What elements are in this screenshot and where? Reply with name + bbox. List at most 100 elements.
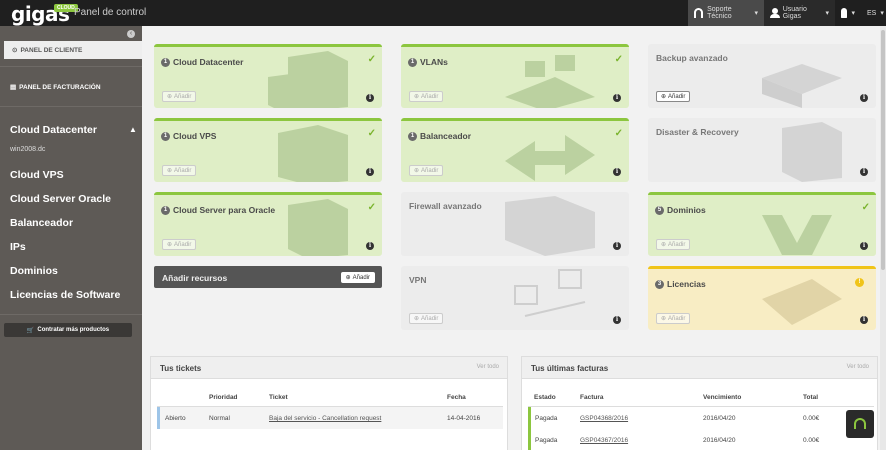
notifications-menu[interactable]: ▾ (835, 0, 861, 26)
language-label: ES (867, 9, 877, 17)
top-bar: gigas CLOUD Panel de control Soporte Téc… (0, 0, 886, 26)
invoices-see-all-link[interactable]: Ver todo (847, 364, 869, 370)
plus-icon: ⊕ (661, 94, 667, 100)
language-menu[interactable]: ES ▾ (861, 0, 886, 26)
table-row[interactable]: Pagada GSP04367/2016 2016/04/20 0.00€ (528, 429, 874, 450)
chevron-down-icon: ▾ (851, 10, 855, 17)
card-title: Cloud Datacenter (173, 57, 244, 67)
collapse-sidebar-icon[interactable]: ‹ (127, 30, 135, 38)
support-chat-button[interactable] (846, 410, 874, 438)
sidebar-item-ips[interactable]: IPs (10, 241, 26, 253)
card-dominios[interactable]: 5 Dominios ✓ ⊕ Añadir i (648, 192, 876, 256)
info-icon[interactable]: i (860, 242, 868, 250)
client-panel-button[interactable]: ⊙ PANEL DE CLIENTE (4, 41, 142, 59)
column-header: Total (803, 394, 819, 401)
info-icon[interactable]: i (366, 168, 374, 176)
check-icon: ✓ (367, 128, 376, 139)
info-icon[interactable]: i (366, 94, 374, 102)
disaster-recovery-illustration (782, 122, 842, 182)
buy-more-products-button[interactable]: 🛒 Contratar más productos (4, 323, 132, 337)
add-label: Añadir (174, 93, 192, 100)
table-row[interactable]: Abierto Normal Baja del servicio - Cance… (157, 407, 503, 429)
add-button[interactable]: ⊕ Añadir (409, 91, 444, 102)
card-title: Licencias (667, 279, 706, 289)
card-disaster-recovery[interactable]: Disaster & Recovery i (648, 118, 876, 182)
ticket-link[interactable]: Baja del servicio - Cancellation request (269, 415, 381, 422)
info-icon[interactable]: i (860, 94, 868, 102)
info-icon[interactable]: i (613, 168, 621, 176)
info-icon[interactable]: i (613, 242, 621, 250)
table-row[interactable]: Pagada GSP04368/2016 2016/04/20 0.00€ (528, 407, 874, 429)
headset-icon (854, 418, 866, 429)
sidebar-item-licencias[interactable]: Licencias de Software (10, 289, 120, 301)
count-badge: 1 (161, 205, 170, 215)
card-vpn[interactable]: VPN ⊕ Añadir i (401, 266, 629, 330)
info-icon[interactable]: i (613, 94, 621, 102)
card-licencias[interactable]: 3 Licencias ! ⊕ Añadir i (648, 266, 876, 330)
tickets-see-all-link[interactable]: Ver todo (477, 364, 499, 370)
plus-icon: ⊕ (661, 242, 667, 248)
card-cloud-datacenter[interactable]: 1 Cloud Datacenter ✓ ⊕ Añadir i (154, 44, 382, 108)
sidebar-item-dominios[interactable]: Dominios (10, 265, 58, 277)
add-button[interactable]: ⊕ Añadir (409, 313, 444, 324)
add-button[interactable]: ⊕ Añadir (656, 313, 691, 324)
invoice-status: Pagada (535, 437, 558, 444)
divider (0, 314, 142, 315)
server-stack-illustration (278, 125, 348, 182)
card-title: Disaster & Recovery (656, 127, 739, 137)
info-icon[interactable]: i (613, 316, 621, 324)
invoices-panel: Tus últimas facturas Ver todo Estado Fac… (521, 356, 878, 450)
count-badge: 1 (408, 57, 417, 67)
card-title: Dominios (667, 205, 706, 215)
card-title: Cloud Server para Oracle (173, 205, 276, 215)
check-icon: ✓ (367, 202, 376, 213)
add-button[interactable]: ⊕ Añadir (656, 239, 691, 250)
sidebar-item-cloud-vps[interactable]: Cloud VPS (10, 169, 64, 181)
column-header: Fecha (447, 394, 466, 401)
invoice-link[interactable]: GSP04367/2016 (580, 437, 628, 444)
card-title: VPN (409, 275, 427, 285)
add-button[interactable]: ⊕ Añadir (162, 239, 197, 250)
add-button[interactable]: ⊕ Añadir (162, 165, 197, 176)
sidebar-item-cloud-datacenter[interactable]: Cloud Datacenter (10, 124, 97, 136)
firewall-illustration (505, 196, 595, 256)
chevron-up-icon[interactable]: ▲ (129, 125, 137, 134)
vpn-illustration (514, 269, 586, 317)
invoice-link[interactable]: GSP04368/2016 (580, 415, 628, 422)
chevron-down-icon: ▾ (880, 10, 884, 17)
card-balanceador[interactable]: 1 Balanceador ✓ ⊕ Añadir i (401, 118, 629, 182)
card-vlans[interactable]: 1 VLANs ✓ ⊕ Añadir i (401, 44, 629, 108)
sidebar-item-balanceador[interactable]: Balanceador (10, 217, 73, 229)
add-resources-button[interactable]: ⊕ Añadir (340, 272, 375, 283)
client-panel-label: PANEL DE CLIENTE (20, 46, 83, 54)
network-monitors-illustration (505, 55, 595, 108)
invoice-total: 0.00€ (803, 437, 820, 444)
add-button[interactable]: ⊕ Añadir (656, 91, 691, 102)
info-icon[interactable]: i (366, 242, 374, 250)
support-menu[interactable]: Soporte Técnico ▾ (688, 0, 764, 26)
sidebar-subitem-datacenter[interactable]: win2008.dc (10, 146, 45, 153)
card-title: VLANs (420, 57, 448, 67)
info-icon[interactable]: i (860, 168, 868, 176)
card-title: Backup avanzado (656, 53, 728, 63)
sidebar-item-cloud-server-oracle[interactable]: Cloud Server Oracle (10, 193, 111, 205)
column-header: Factura (580, 394, 604, 401)
cart-icon: 🛒 (26, 327, 35, 334)
add-button[interactable]: ⊕ Añadir (162, 91, 197, 102)
chevron-down-icon: ▾ (825, 10, 829, 17)
add-button[interactable]: ⊕ Añadir (409, 165, 444, 176)
card-cloud-vps[interactable]: 1 Cloud VPS ✓ ⊕ Añadir i (154, 118, 382, 182)
card-firewall[interactable]: Firewall avanzado i (401, 192, 629, 256)
column-header: Prioridad (209, 394, 238, 401)
user-menu[interactable]: Usuario Gigas ▾ (764, 0, 835, 26)
card-backup[interactable]: Backup avanzado ⊕ Añadir i (648, 44, 876, 108)
column-header: Estado (534, 394, 556, 401)
info-icon[interactable]: i (860, 316, 868, 324)
add-label: Añadir (421, 93, 439, 100)
divider (0, 106, 142, 107)
invoice-total: 0.00€ (803, 415, 820, 422)
scrollbar-thumb[interactable] (881, 30, 885, 270)
bell-icon (841, 8, 848, 18)
billing-panel-link[interactable]: ▤ PANEL DE FACTURACIÓN (10, 83, 101, 92)
card-cloud-oracle[interactable]: 1 Cloud Server para Oracle ✓ ⊕ Añadir i (154, 192, 382, 256)
